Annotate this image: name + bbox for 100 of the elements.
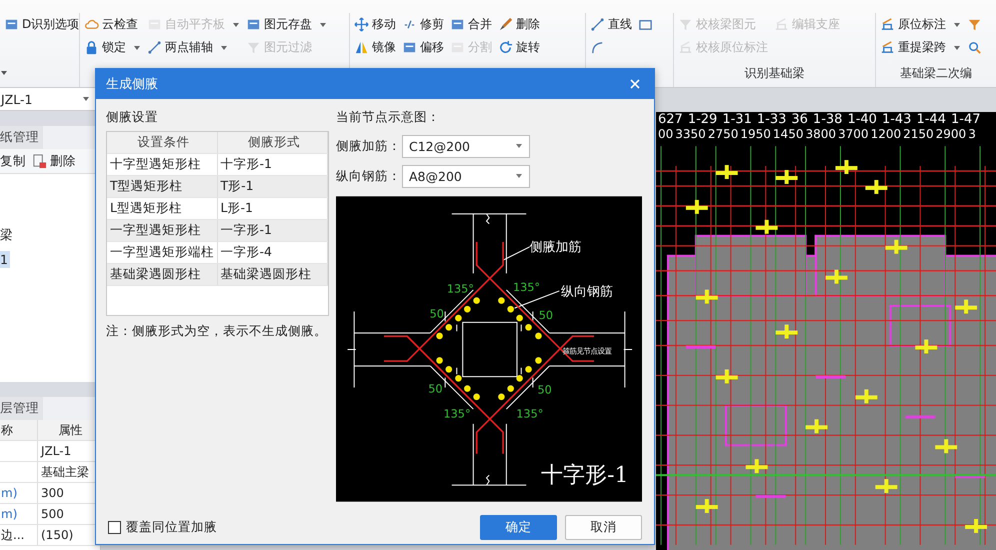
offset-label: 50 bbox=[428, 382, 443, 396]
mirror-icon bbox=[354, 40, 369, 55]
offset-label: 50 bbox=[537, 384, 552, 396]
dimension-label: 3350 bbox=[675, 127, 706, 141]
close-icon bbox=[630, 79, 640, 89]
ribbon-button[interactable]: 图元存盘 bbox=[246, 13, 327, 36]
table-cell[interactable]: 一字形-4 bbox=[218, 242, 328, 263]
table-cell[interactable]: L型遇矩形柱 bbox=[107, 198, 218, 219]
arc-icon bbox=[590, 40, 605, 55]
column-header: 设置条件 bbox=[107, 132, 218, 153]
section-label: 侧腋设置 bbox=[106, 109, 159, 126]
funnel-icon bbox=[967, 17, 982, 32]
beam-icon bbox=[678, 40, 693, 55]
cloud-icon bbox=[84, 17, 99, 32]
ribbon-button[interactable]: 直线 bbox=[590, 13, 632, 36]
dimension-label: 2150 bbox=[903, 127, 934, 141]
offset-label: 50 bbox=[538, 309, 554, 322]
property-value: 300 bbox=[40, 485, 65, 502]
caret-icon bbox=[515, 142, 523, 150]
axis-label: 1-29 bbox=[688, 112, 718, 127]
column-header: 称 bbox=[0, 420, 38, 440]
dimension-label: 2900 bbox=[936, 127, 966, 141]
rotate-icon bbox=[498, 40, 513, 55]
tree-item[interactable]: 1 bbox=[0, 251, 10, 268]
panel-tab[interactable]: 层管理 bbox=[0, 397, 43, 420]
table-cell[interactable]: T型遇矩形柱 bbox=[107, 176, 218, 197]
funnel-icon bbox=[246, 40, 261, 55]
checkbox-box[interactable] bbox=[108, 520, 121, 534]
angle-label: 135° bbox=[446, 282, 474, 296]
toolbar-button[interactable]: 删除 bbox=[32, 152, 76, 170]
table-cell[interactable]: 十字型遇矩形柱 bbox=[107, 154, 218, 175]
field-label: 纵向钢筋： bbox=[336, 168, 402, 184]
tree-item[interactable]: 梁 bbox=[0, 226, 15, 245]
funnel-icon bbox=[678, 17, 693, 32]
delete-document-icon bbox=[32, 154, 47, 168]
ribbon-button[interactable]: D识别选项 bbox=[4, 13, 80, 36]
shape-name-label: 十字形-1 bbox=[541, 462, 628, 488]
axis-label: 1-40 bbox=[847, 112, 877, 127]
property-value: 基础主梁 bbox=[40, 464, 90, 480]
column-header: 属性 bbox=[58, 422, 84, 438]
angle-label: 135° bbox=[444, 407, 471, 420]
callout-label: 侧腋加筋 bbox=[530, 240, 582, 256]
toolbar-button[interactable]: 复制 bbox=[0, 152, 26, 170]
checkbox[interactable]: 覆盖同位置加腋 bbox=[108, 518, 217, 536]
dimension-label: 1200 bbox=[870, 127, 902, 141]
property-name: m) bbox=[0, 483, 38, 503]
table-cell[interactable]: 一字型遇矩形柱 bbox=[107, 220, 218, 241]
section-label: 当前节点示意图： bbox=[336, 109, 441, 126]
ribbon-button[interactable]: 修剪 bbox=[402, 13, 444, 36]
confirm-button[interactable]: 确定 bbox=[480, 514, 557, 540]
axis-label: 627 bbox=[658, 112, 683, 127]
ribbon-button[interactable]: 两点辅轴 bbox=[147, 36, 240, 59]
group-label: 识别基础梁 bbox=[744, 65, 806, 82]
axis-label: 1-38 bbox=[812, 112, 842, 127]
table-cell[interactable]: 一字形-1 bbox=[218, 220, 328, 241]
ribbon-button[interactable]: 旋转 bbox=[498, 36, 540, 59]
brush-icon bbox=[498, 17, 513, 32]
panel-tab[interactable]: 纸管理 bbox=[0, 126, 43, 149]
table-cell[interactable]: 基础梁遇圆形柱 bbox=[107, 264, 218, 285]
caret-icon[interactable] bbox=[0, 69, 8, 77]
cancel-button[interactable]: 取消 bbox=[565, 514, 642, 540]
dimension-label: 1950 bbox=[740, 127, 771, 141]
axis-label: 1-33 bbox=[756, 112, 786, 127]
table-cell[interactable]: 一字型遇矩形端柱 bbox=[107, 242, 218, 263]
table-cell[interactable]: T形-1 bbox=[218, 176, 328, 197]
line-icon bbox=[590, 17, 605, 32]
dimension-label: 3 bbox=[968, 127, 976, 141]
callout-label: 纵向钢筋 bbox=[560, 284, 613, 300]
rectangle-icon bbox=[638, 17, 653, 32]
ribbon-button[interactable]: 合并 bbox=[450, 13, 492, 36]
ribbon-button[interactable]: 锁定 bbox=[84, 36, 141, 59]
ribbon-button[interactable]: 原位标注 bbox=[880, 13, 961, 36]
beam-icon bbox=[774, 17, 789, 32]
dimension-label: 00 bbox=[658, 127, 674, 141]
ribbon-button[interactable]: 镜像 bbox=[354, 36, 396, 59]
offset-label: 50 bbox=[430, 307, 444, 320]
dialog-title: 生成侧腋 bbox=[106, 76, 158, 93]
property-value: JZL-1 bbox=[39, 443, 72, 460]
property-name: 边... bbox=[0, 525, 38, 545]
ribbon-button[interactable]: 偏移 bbox=[402, 36, 444, 59]
property-value: (150) bbox=[40, 527, 74, 544]
dimension-label: 3800 bbox=[805, 127, 836, 141]
dropdown-field[interactable]: A8@200 bbox=[402, 164, 530, 188]
dimension-label: 3700 bbox=[838, 127, 869, 141]
table-cell[interactable]: 十字形-1 bbox=[218, 154, 328, 175]
caret-icon bbox=[82, 95, 90, 103]
ribbon-button[interactable]: 云检查 bbox=[84, 13, 141, 36]
dimension-label: 2750 bbox=[708, 127, 738, 141]
property-value: 500 bbox=[40, 506, 65, 523]
property-name: m) bbox=[0, 504, 38, 524]
table-cell[interactable]: 基础梁遇圆形柱 bbox=[218, 264, 328, 285]
dropdown-field[interactable]: C12@200 bbox=[402, 134, 530, 158]
ribbon-button[interactable]: 重提梁跨 bbox=[880, 36, 961, 59]
angle-label: 135° bbox=[512, 280, 540, 294]
ribbon-button[interactable]: 删除 bbox=[498, 13, 540, 36]
beam-icon bbox=[880, 40, 895, 55]
table-cell[interactable]: L形-1 bbox=[218, 198, 328, 219]
caret-icon bbox=[515, 172, 523, 180]
ribbon-button[interactable]: 移动 bbox=[354, 13, 396, 36]
note-text: 注：侧腋形式为空，表示不生成侧腋。 bbox=[106, 323, 328, 340]
